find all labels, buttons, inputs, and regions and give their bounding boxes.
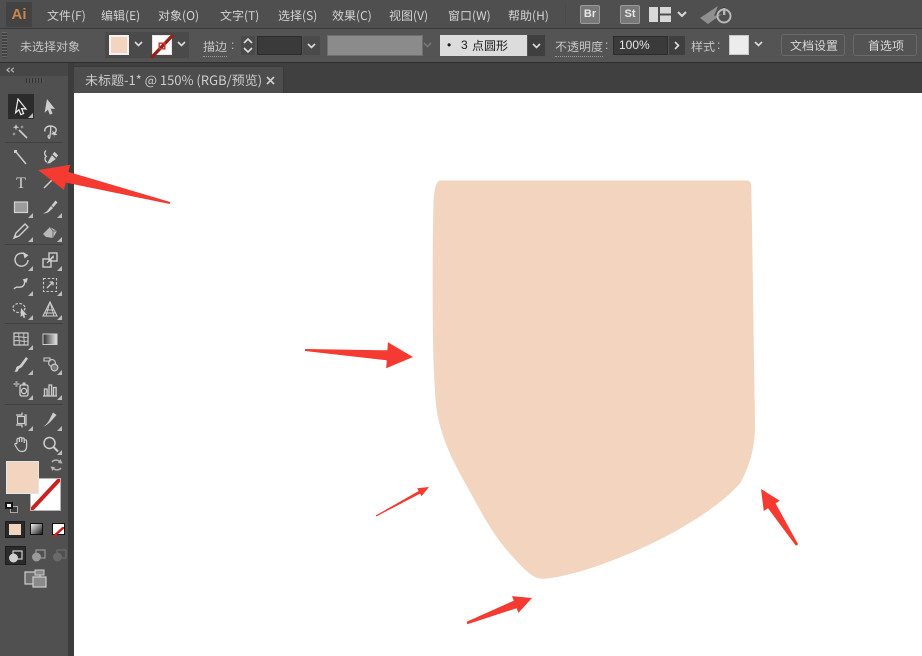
svg-text:T: T [16,175,26,191]
